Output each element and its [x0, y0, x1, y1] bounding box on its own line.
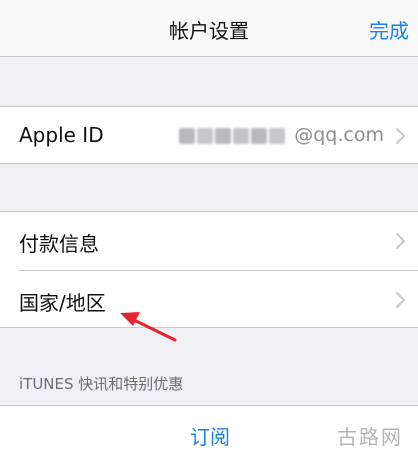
chevron-right-icon	[396, 233, 405, 249]
subscribe-button[interactable]: 订阅	[180, 421, 240, 450]
chevron-right-icon	[396, 292, 405, 308]
itunes-section-header: iTUNES 快讯和特别优惠	[19, 375, 184, 393]
apple-id-value: @qq.com	[294, 124, 384, 146]
chevron-right-icon	[396, 128, 405, 144]
apple-id-row[interactable]: Apple ID @qq.com	[0, 107, 418, 165]
done-button[interactable]: 完成	[369, 15, 409, 44]
payment-info-label: 付款信息	[19, 232, 99, 256]
country-region-label: 国家/地区	[19, 291, 106, 315]
apple-id-label: Apple ID	[19, 123, 104, 147]
account-group: Apple ID @qq.com	[0, 106, 418, 164]
red-arrow-annotation-icon	[120, 312, 177, 342]
settings-group: 付款信息 国家/地区	[0, 211, 418, 328]
page-title: 帐户设置	[169, 19, 249, 43]
navigation-bar: 帐户设置 完成	[0, 0, 418, 57]
country-region-row[interactable]: 国家/地区	[0, 271, 418, 329]
watermark-text: 古路网	[337, 425, 403, 449]
payment-info-row[interactable]: 付款信息	[0, 212, 418, 270]
bottom-toolbar: 订阅 古路网	[0, 405, 418, 458]
